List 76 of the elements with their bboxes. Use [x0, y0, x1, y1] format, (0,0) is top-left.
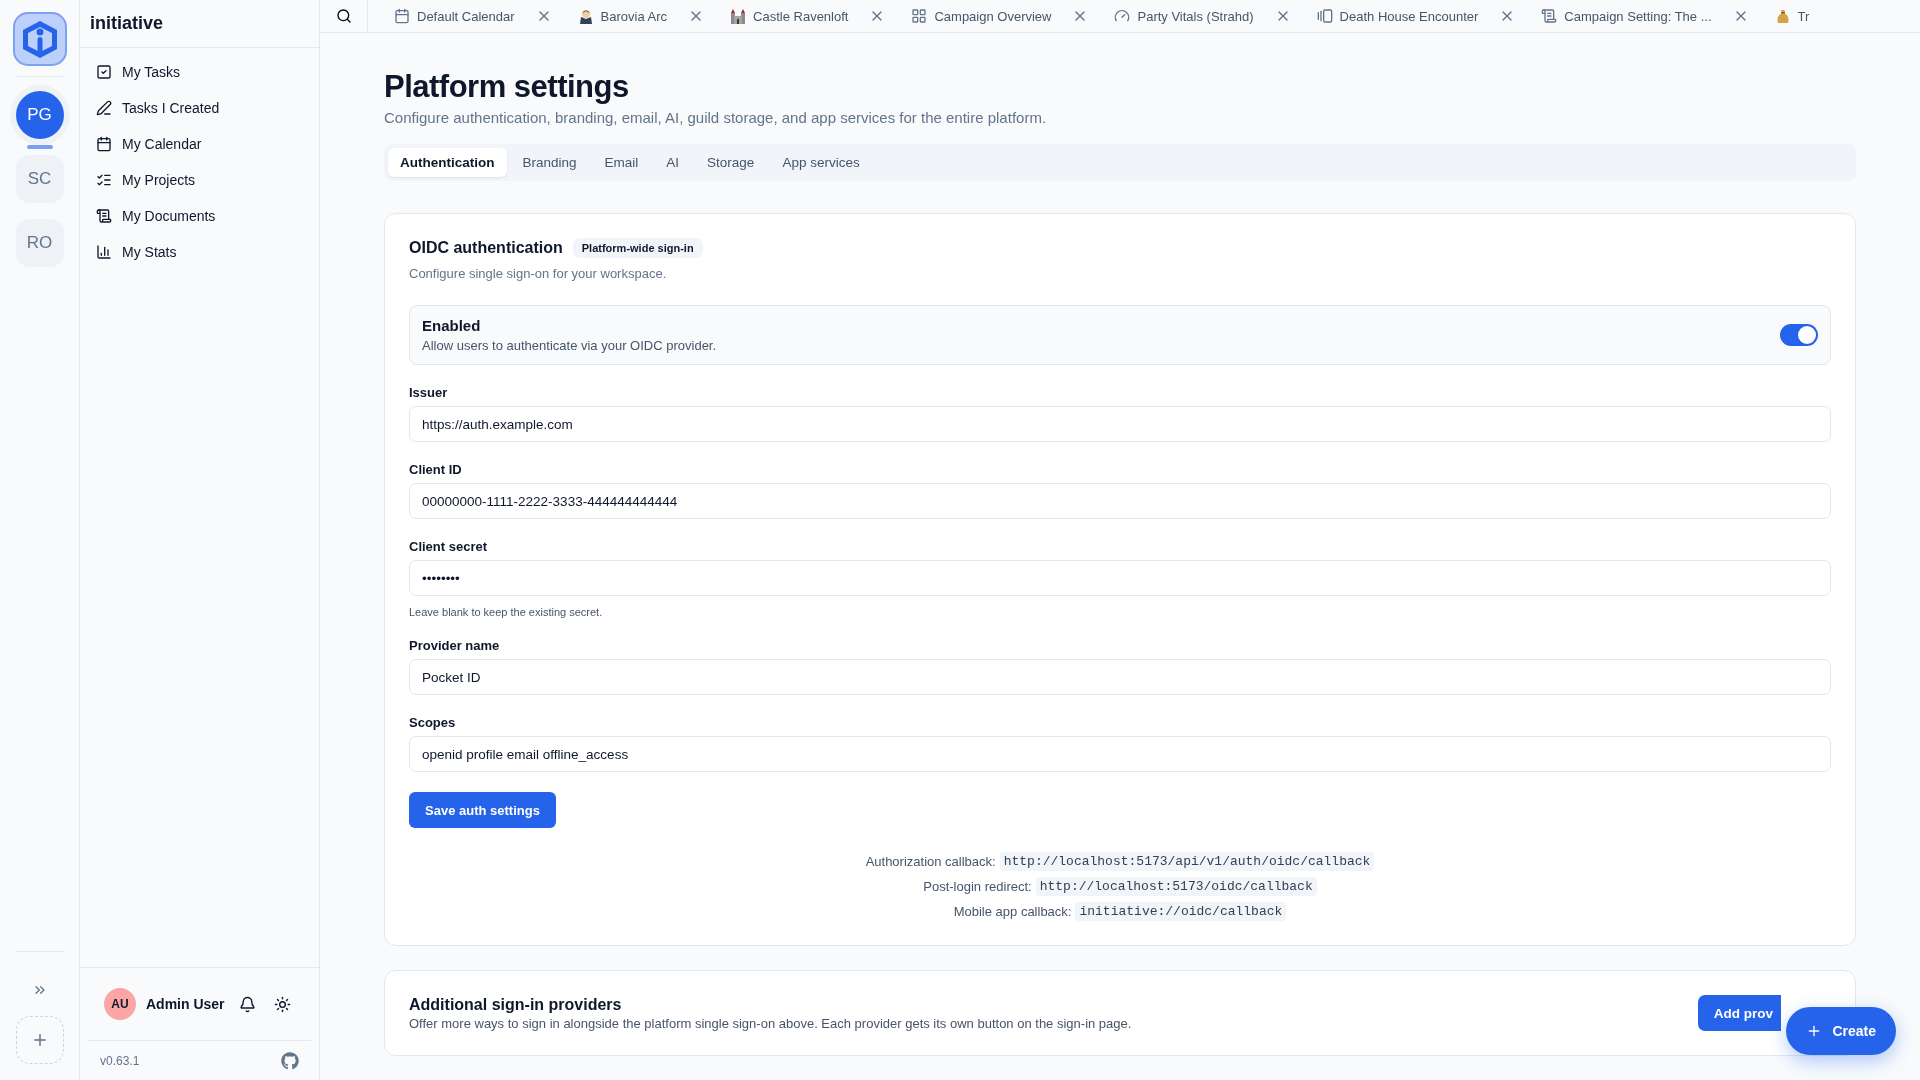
- sidebar-label: Tasks I Created: [122, 100, 220, 116]
- create-button[interactable]: Create: [1786, 1007, 1896, 1055]
- pencil-icon: [96, 100, 112, 116]
- sidebar-label: My Stats: [122, 244, 177, 260]
- settings-tab[interactable]: Storage: [695, 148, 767, 177]
- input-field[interactable]: Pocket ID: [409, 659, 1831, 695]
- sidebar-label: My Projects: [122, 172, 196, 188]
- workspace-button[interactable]: RO: [15, 219, 64, 267]
- user-name: Admin User: [146, 996, 225, 1012]
- document-tab[interactable]: Death House Encounter: [1290, 8, 1516, 24]
- scroll-icon: [1541, 8, 1558, 24]
- sidebar-label: My Calendar: [122, 136, 202, 152]
- input-field[interactable]: https://auth.example.com: [409, 406, 1831, 442]
- callback-url: http://localhost:5173/api/v1/auth/oidc/callback: [999, 852, 1375, 871]
- settings-tab[interactable]: Email: [592, 148, 651, 177]
- document-tab[interactable]: Default Calendar: [368, 8, 552, 24]
- add-provider-button[interactable]: Add prov: [1697, 995, 1781, 1031]
- calendar-icon: [96, 136, 112, 152]
- settings-tab[interactable]: Authentication: [388, 148, 507, 177]
- gauge-icon: [1114, 8, 1131, 24]
- card-description: Offer more ways to sign in alongside the platform single sign-on above. Each provider gets its own button on the sign-in page.: [409, 1015, 1132, 1031]
- document-tab[interactable]: Barovia Arc: [551, 8, 705, 24]
- page-title: Platform settings: [384, 69, 630, 105]
- callback-label: Authorization callback:: [865, 854, 996, 869]
- sidebar-item[interactable]: Tasks I Created: [92, 92, 307, 124]
- input-field[interactable]: 00000000-1111-2222-3333-444444444444: [409, 483, 1831, 519]
- search-icon: [335, 8, 352, 24]
- grid-icon: [911, 8, 928, 24]
- user-avatar: AU: [104, 988, 136, 1020]
- field-label: Client secret: [409, 539, 489, 554]
- checklist-icon: [96, 172, 112, 188]
- enabled-switch[interactable]: [1780, 324, 1818, 346]
- app-logo[interactable]: [12, 12, 67, 66]
- field-label: Client ID: [409, 462, 463, 477]
- settings-tab[interactable]: App services: [770, 148, 872, 177]
- field-label: Issuer: [409, 385, 449, 400]
- card-title: OIDC authentication: [409, 239, 563, 257]
- scope-badge: Platform-wide sign-in: [572, 238, 703, 258]
- card-description: Configure single sign-on for your workspace.: [409, 266, 668, 281]
- scroll-icon: [96, 208, 112, 224]
- toggle-description: Allow users to authenticate via your OIDC provider.: [422, 338, 717, 353]
- callback-label: Mobile app callback:: [953, 904, 1072, 919]
- castle-icon: [730, 8, 747, 24]
- document-tab[interactable]: Campaign Setting: The ...: [1515, 8, 1749, 24]
- version-label: v0.63.1: [100, 1053, 140, 1068]
- sidebar-item[interactable]: My Calendar: [92, 128, 307, 160]
- toggle-label: Enabled: [422, 317, 482, 334]
- settings-tab[interactable]: AI: [654, 148, 692, 177]
- save-button[interactable]: Save auth settings: [409, 792, 556, 828]
- workspace-button[interactable]: SC: [15, 155, 64, 203]
- field-hint: Leave blank to keep the existing secret.: [409, 606, 604, 618]
- field-label: Scopes: [409, 715, 457, 730]
- slides-icon: [1316, 8, 1333, 24]
- sidebar-item[interactable]: My Tasks: [92, 56, 307, 88]
- card-title: Additional sign-in providers: [409, 995, 623, 1014]
- sidebar-label: My Tasks: [122, 64, 181, 80]
- callback-label: Post-login redirect:: [923, 879, 1032, 894]
- document-tab[interactable]: Campaign Overview: [885, 8, 1089, 24]
- sidebar-item[interactable]: My Projects: [92, 164, 307, 196]
- bar-chart-icon: [96, 244, 112, 260]
- checkbox-icon: [96, 64, 112, 80]
- calendar-icon: [394, 8, 410, 24]
- callback-url: http://localhost:5173/oidc/callback: [1035, 877, 1317, 896]
- document-tab[interactable]: Castle Ravenloft: [704, 8, 886, 24]
- input-field[interactable]: openid profile email offline_access: [409, 736, 1831, 772]
- document-tab[interactable]: Party Vitals (Strahd): [1088, 8, 1291, 24]
- sidebar-label: My Documents: [122, 208, 216, 224]
- document-tab[interactable]: Tr: [1748, 8, 1810, 24]
- field-label: Provider name: [409, 638, 501, 653]
- page-subtitle: Configure authentication, branding, email, AI, guild storage, and app services for the entire platform.: [384, 109, 1048, 126]
- sidebar-item[interactable]: My Stats: [92, 236, 307, 268]
- input-field[interactable]: ••••••••: [409, 560, 1831, 596]
- sidebar-item[interactable]: My Documents: [92, 200, 307, 232]
- callback-url: initiative://oidc/callback: [1075, 902, 1287, 921]
- sidebar-title: initiative: [80, 0, 319, 48]
- settings-tab[interactable]: Branding: [510, 148, 589, 177]
